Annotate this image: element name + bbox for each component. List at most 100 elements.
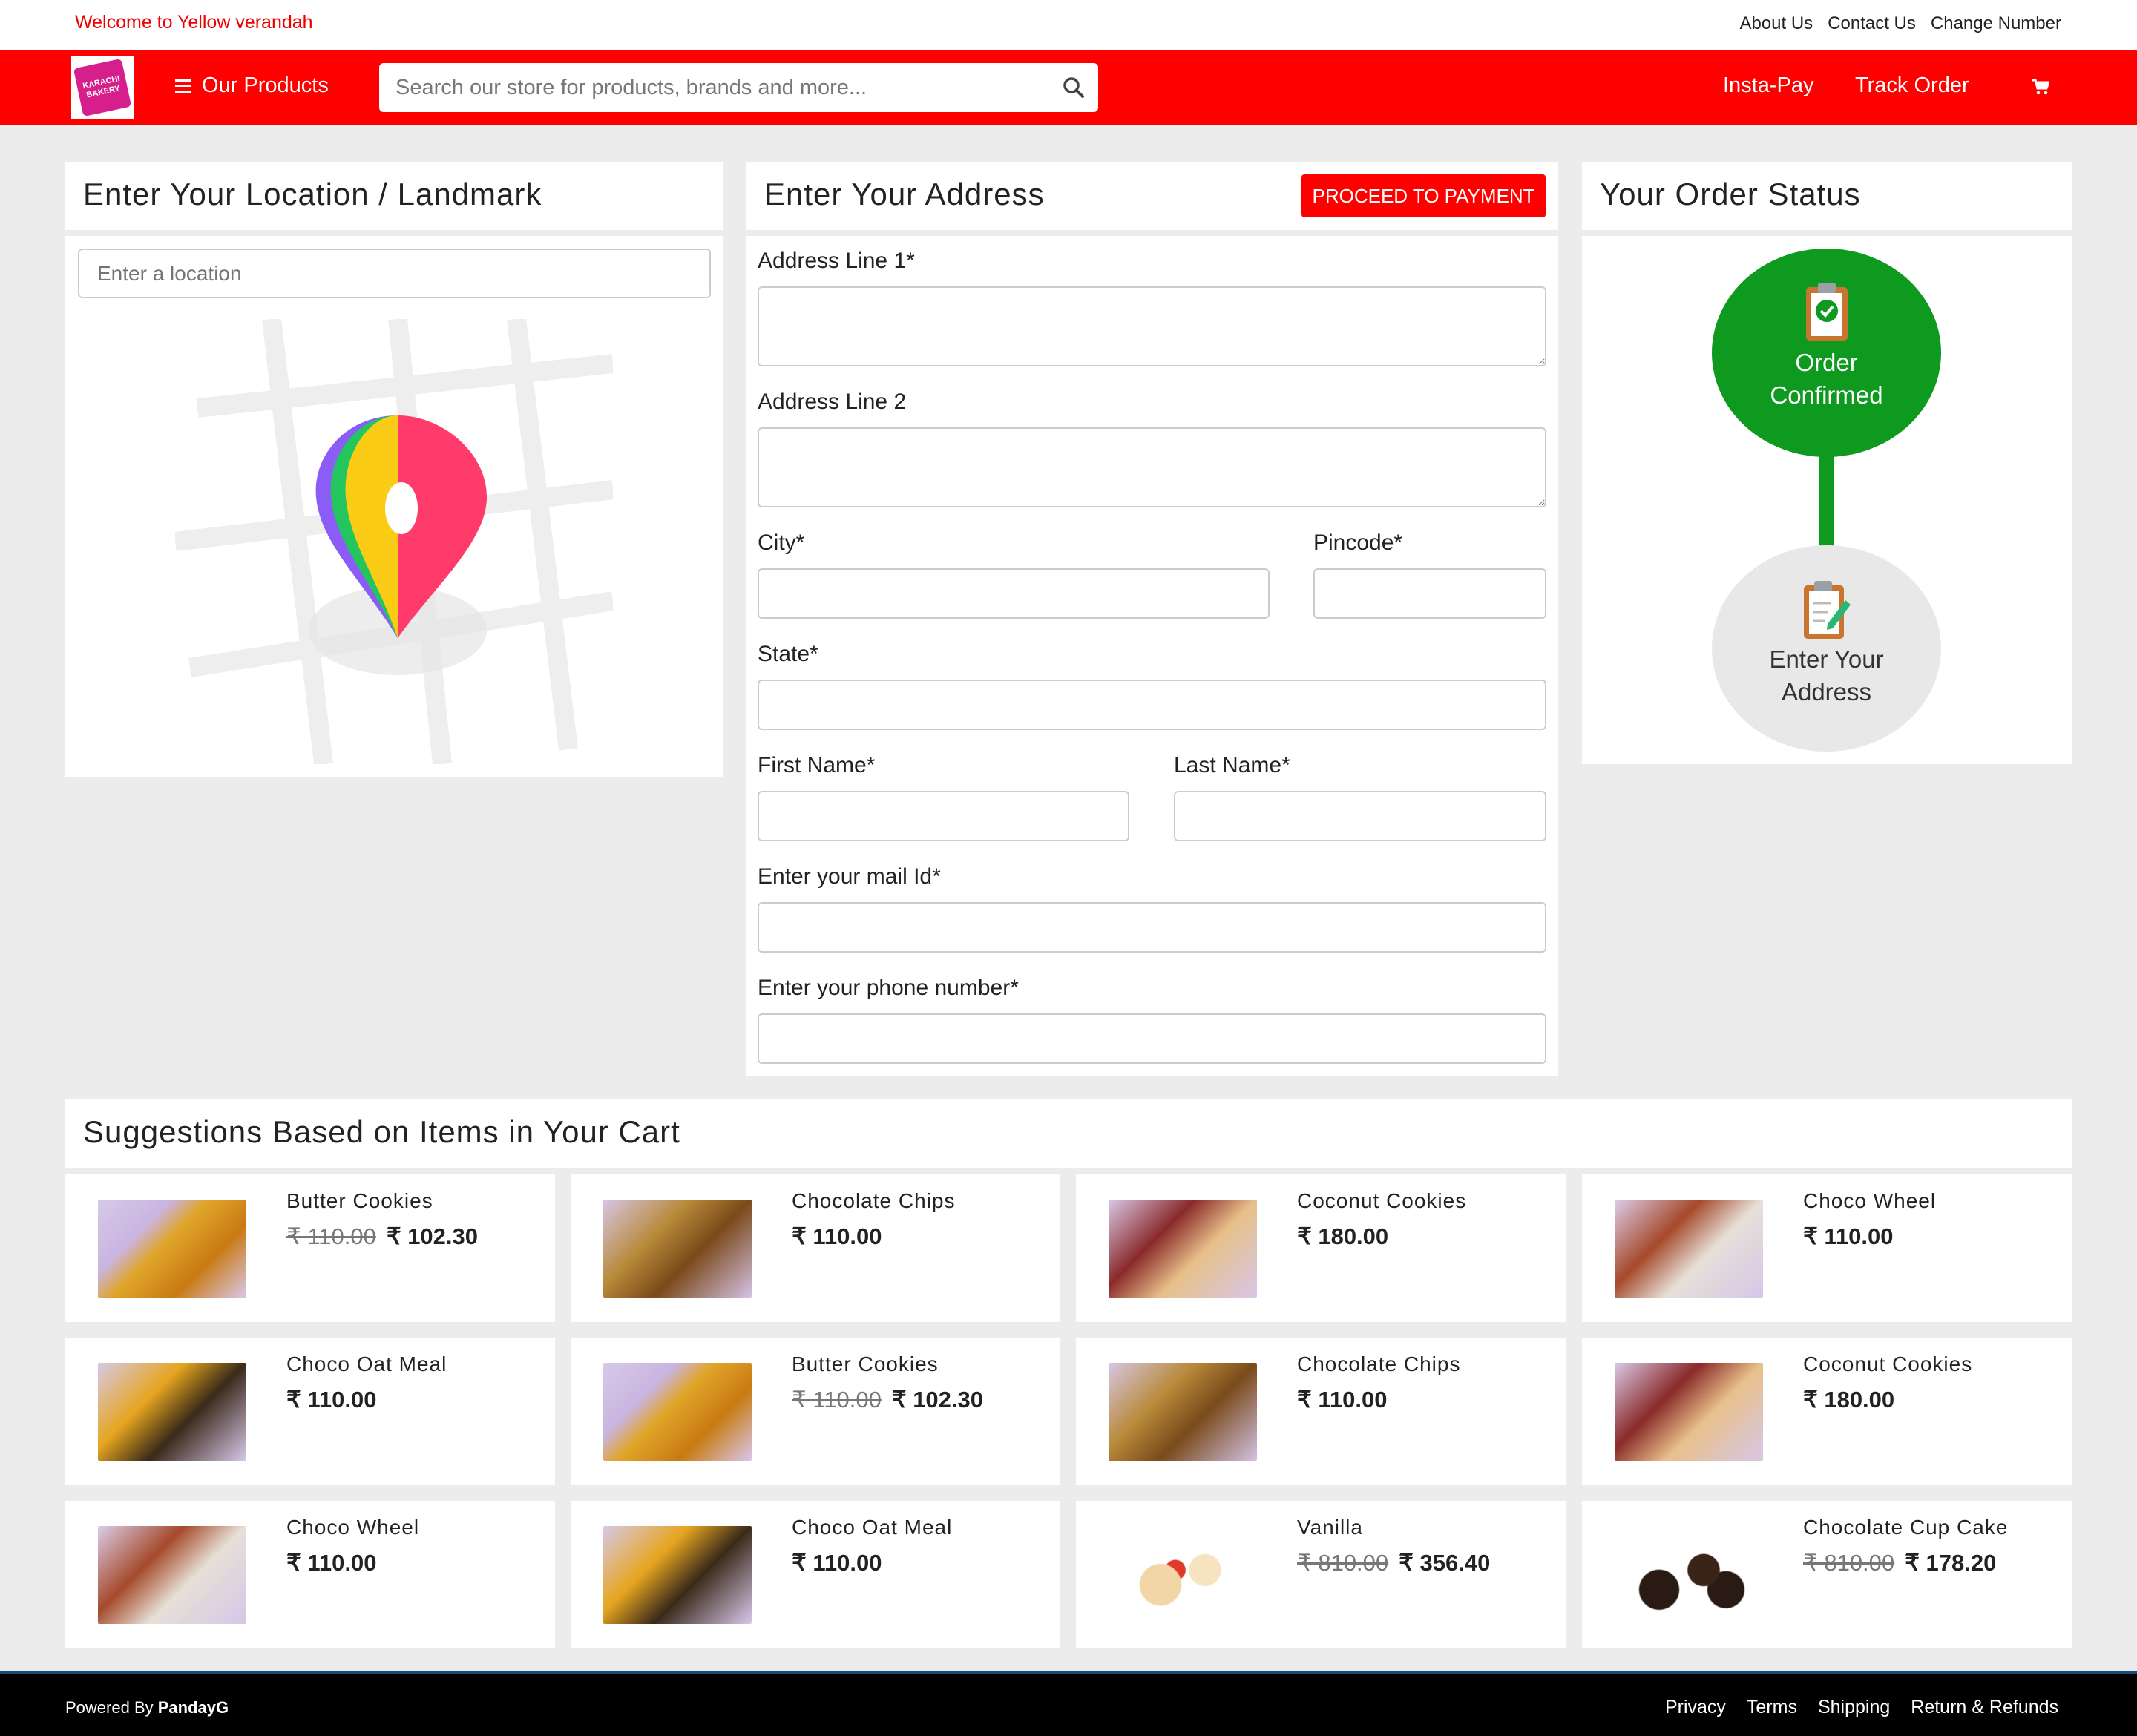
contact-us-link[interactable]: Contact Us	[1828, 13, 1916, 34]
about-us-link[interactable]: About Us	[1739, 13, 1813, 34]
product-card[interactable]: Choco Oat Meal ₹ 110.00	[571, 1501, 1060, 1648]
product-card[interactable]: Vanilla ₹ 810.00 ₹ 356.40	[1076, 1501, 1566, 1648]
product-image[interactable]	[1109, 1200, 1257, 1298]
pincode-input[interactable]	[1313, 568, 1546, 619]
product-price: ₹ 110.00	[286, 1387, 377, 1413]
product-image[interactable]	[1615, 1363, 1763, 1461]
last-name-label: Last Name*	[1174, 753, 1290, 777]
product-name[interactable]: Vanilla	[1297, 1516, 1363, 1539]
product-card[interactable]: Choco Oat Meal ₹ 110.00	[65, 1338, 555, 1485]
search-bar	[379, 63, 1098, 112]
product-image[interactable]	[98, 1363, 246, 1461]
product-image[interactable]	[1615, 1200, 1763, 1298]
product-image[interactable]	[98, 1200, 246, 1298]
product-card[interactable]: Chocolate Cup Cake ₹ 810.00 ₹ 178.20	[1582, 1501, 2072, 1648]
product-image[interactable]	[603, 1363, 752, 1461]
product-name[interactable]: Butter Cookies	[286, 1189, 433, 1213]
phone-input[interactable]	[758, 1013, 1546, 1064]
product-price: ₹ 180.00	[1803, 1387, 1895, 1413]
product-card[interactable]: Chocolate Chips ₹ 110.00	[1076, 1338, 1566, 1485]
search-input[interactable]	[379, 75, 1032, 100]
product-prices: ₹ 110.00	[792, 1550, 882, 1576]
divider	[746, 230, 1558, 236]
location-input[interactable]	[78, 249, 711, 298]
powered-by: Powered By PandayG	[65, 1698, 229, 1717]
insta-pay-link[interactable]: Insta-Pay	[1723, 73, 1814, 98]
product-name[interactable]: Coconut Cookies	[1297, 1189, 1466, 1213]
product-old-price: ₹ 110.00	[286, 1223, 376, 1249]
divider	[1582, 230, 2072, 236]
product-price: ₹ 110.00	[1297, 1387, 1388, 1413]
cart-icon[interactable]	[2032, 78, 2049, 96]
product-card[interactable]: Choco Wheel ₹ 110.00	[65, 1501, 555, 1648]
product-image[interactable]	[1109, 1526, 1257, 1624]
product-name[interactable]: Choco Oat Meal	[792, 1516, 952, 1539]
product-card[interactable]: Coconut Cookies ₹ 180.00	[1076, 1174, 1566, 1322]
proceed-to-payment-button[interactable]: PROCEED TO PAYMENT	[1301, 174, 1546, 217]
first-name-input[interactable]	[758, 791, 1129, 841]
product-prices: ₹ 180.00	[1297, 1223, 1388, 1250]
location-pin-illustration	[175, 319, 613, 764]
return-refunds-link[interactable]: Return & Refunds	[1911, 1697, 2058, 1718]
product-image[interactable]	[603, 1200, 752, 1298]
address-line1-input[interactable]	[758, 286, 1546, 366]
order-confirmed-step: Order Confirmed	[1712, 249, 1941, 457]
search-icon[interactable]	[1063, 76, 1085, 99]
product-card[interactable]: Coconut Cookies ₹ 180.00	[1582, 1338, 2072, 1485]
state-input[interactable]	[758, 680, 1546, 730]
product-image[interactable]	[1109, 1363, 1257, 1461]
city-label: City*	[758, 530, 805, 555]
product-name[interactable]: Chocolate Chips	[792, 1189, 955, 1213]
city-input[interactable]	[758, 568, 1270, 619]
product-image[interactable]	[1615, 1526, 1763, 1624]
product-price: ₹ 110.00	[792, 1550, 882, 1576]
product-name[interactable]: Butter Cookies	[792, 1352, 939, 1376]
shipping-link[interactable]: Shipping	[1818, 1697, 1890, 1718]
product-name[interactable]: Choco Oat Meal	[286, 1352, 447, 1376]
product-card[interactable]: Chocolate Chips ₹ 110.00	[571, 1174, 1060, 1322]
terms-link[interactable]: Terms	[1747, 1697, 1797, 1718]
last-name-input[interactable]	[1174, 791, 1546, 841]
our-products-menu[interactable]: Our Products	[175, 73, 329, 98]
change-number-link[interactable]: Change Number	[1931, 13, 2061, 34]
track-order-link[interactable]: Track Order	[1855, 73, 1969, 98]
product-prices: ₹ 110.00 ₹ 102.30	[792, 1387, 983, 1413]
product-name[interactable]: Choco Wheel	[1803, 1189, 1936, 1213]
suggestions-header: Suggestions Based on Items in Your Cart	[65, 1099, 2072, 1168]
product-name[interactable]: Chocolate Chips	[1297, 1352, 1460, 1376]
product-name[interactable]: Choco Wheel	[286, 1516, 419, 1539]
powered-by-prefix: Powered By	[65, 1698, 154, 1717]
top-links: About Us Contact Us Change Number	[1739, 13, 2061, 34]
product-prices: ₹ 810.00 ₹ 178.20	[1803, 1550, 1996, 1576]
product-image[interactable]	[98, 1526, 246, 1624]
product-card[interactable]: Butter Cookies ₹ 110.00 ₹ 102.30	[65, 1174, 555, 1322]
product-old-price: ₹ 810.00	[1297, 1550, 1389, 1576]
main-navbar: KARACHI BAKERY Our Products Insta-Pay Tr…	[0, 50, 2137, 125]
footer: Powered By PandayG Privacy Terms Shippin…	[0, 1671, 2137, 1736]
product-price: ₹ 102.30	[386, 1223, 479, 1249]
product-prices: ₹ 110.00	[286, 1550, 376, 1576]
product-name[interactable]: Chocolate Cup Cake	[1803, 1516, 2008, 1539]
product-name[interactable]: Coconut Cookies	[1803, 1352, 1972, 1376]
address-line1-label: Address Line 1*	[758, 249, 915, 273]
address-line2-label: Address Line 2	[758, 389, 907, 414]
mail-input[interactable]	[758, 902, 1546, 953]
hamburger-icon	[175, 79, 191, 93]
address-line2-input[interactable]	[758, 427, 1546, 507]
top-bar: Welcome to Yellow verandah About Us Cont…	[0, 0, 2137, 50]
site-logo[interactable]: KARACHI BAKERY	[71, 56, 134, 119]
product-price: ₹ 180.00	[1297, 1223, 1389, 1249]
product-price: ₹ 102.30	[891, 1387, 984, 1413]
product-card[interactable]: Choco Wheel ₹ 110.00	[1582, 1174, 2072, 1322]
status-connector	[1819, 450, 1834, 547]
product-price: ₹ 110.00	[792, 1223, 882, 1249]
powered-by-brand[interactable]: PandayG	[158, 1698, 229, 1717]
product-prices: ₹ 810.00 ₹ 356.40	[1297, 1550, 1490, 1576]
suggestions-title: Suggestions Based on Items in Your Cart	[83, 1114, 680, 1149]
privacy-link[interactable]: Privacy	[1665, 1697, 1726, 1718]
product-image[interactable]	[603, 1526, 752, 1624]
product-card[interactable]: Butter Cookies ₹ 110.00 ₹ 102.30	[571, 1338, 1060, 1485]
product-prices: ₹ 110.00	[1803, 1223, 1893, 1250]
our-products-label: Our Products	[202, 73, 329, 97]
product-prices: ₹ 110.00	[1297, 1387, 1387, 1413]
